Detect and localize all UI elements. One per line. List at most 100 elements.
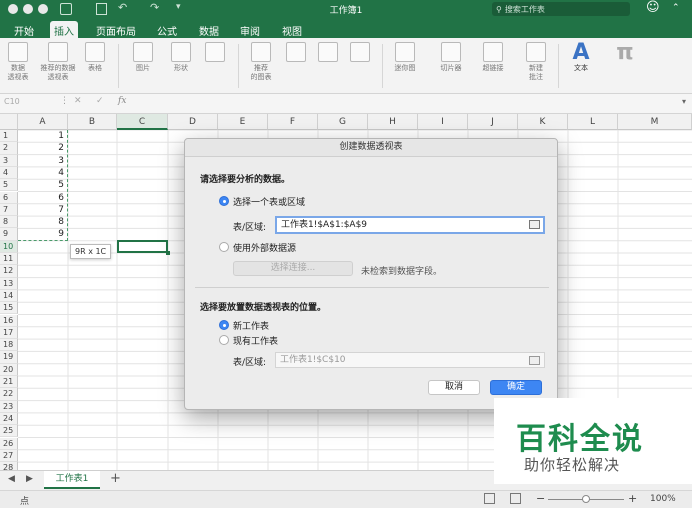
row-header-8[interactable]: 8 — [0, 216, 18, 229]
ribbon-collapse-icon[interactable]: ⌃ — [672, 3, 680, 13]
column-header-I[interactable]: I — [418, 114, 468, 130]
symbol-button[interactable]: π — [610, 42, 640, 64]
cell-A6[interactable]: 6 — [18, 192, 66, 204]
choose-connection-button[interactable]: 选择连接... — [233, 261, 353, 276]
expand-formula-icon[interactable]: ▾ — [682, 97, 686, 106]
prev-sheet-icon[interactable]: ◀ — [8, 474, 15, 484]
search-input[interactable]: 搜索工作表 — [505, 4, 545, 15]
ok-button[interactable]: 确定 — [490, 380, 542, 395]
zoom-slider-thumb[interactable] — [582, 495, 590, 503]
cell-A3[interactable]: 3 — [18, 155, 66, 167]
tab-formulas[interactable]: 公式 — [153, 21, 181, 38]
selected-cell[interactable] — [117, 240, 168, 253]
pivot-table-button[interactable]: 数据 透视表 — [4, 42, 32, 82]
zoom-out-icon[interactable]: − — [536, 492, 545, 505]
row-header-4[interactable]: 4 — [0, 166, 18, 180]
range-input[interactable]: 工作表1!$A$1:$A$9 — [275, 216, 545, 234]
new-comment-button[interactable]: 新建 批注 — [522, 42, 550, 82]
picture-button[interactable]: 图片 — [128, 42, 158, 73]
cell-A5[interactable]: 5 — [18, 179, 66, 191]
function-icon[interactable]: fx — [118, 96, 126, 106]
row-header-25[interactable]: 25 — [0, 425, 18, 438]
row-header-10[interactable]: 10 — [0, 240, 18, 253]
destination-input[interactable]: 工作表1!$C$10 — [275, 352, 545, 368]
recommended-chart-button[interactable]: 推荐 的图表 — [246, 42, 276, 82]
add-sheet-button[interactable]: + — [110, 471, 121, 486]
cell-A8[interactable]: 8 — [18, 216, 66, 228]
column-chart-button[interactable] — [284, 42, 308, 64]
column-header-L[interactable]: L — [568, 114, 618, 130]
cell-A7[interactable]: 7 — [18, 204, 66, 216]
column-header-B[interactable]: B — [68, 114, 117, 130]
column-header-F[interactable]: F — [268, 114, 318, 130]
table-button[interactable]: 表格 — [84, 42, 106, 73]
bar-chart-button[interactable] — [316, 42, 340, 64]
sparkline-button[interactable]: 迷你图 — [390, 42, 420, 73]
tab-page-layout[interactable]: 页面布局 — [92, 21, 140, 38]
tab-review[interactable]: 审阅 — [236, 21, 264, 38]
feedback-icon[interactable]: ☺ — [646, 0, 660, 15]
select-all-corner[interactable] — [0, 114, 18, 130]
search-box[interactable]: ⚲ 搜索工作表 — [492, 2, 630, 16]
sheet-tab[interactable]: 工作表1 — [44, 471, 100, 489]
slicer-button[interactable]: 切片器 — [436, 42, 466, 73]
row-header-6[interactable]: 6 — [0, 191, 18, 204]
tab-insert[interactable]: 插入 — [50, 21, 78, 38]
shapes-button[interactable]: 形状 — [166, 42, 196, 73]
row-header-18[interactable]: 18 — [0, 339, 18, 352]
row-header-17[interactable]: 17 — [0, 326, 18, 340]
cancel-entry-icon[interactable]: ✕ — [74, 96, 82, 106]
radio-new-sheet[interactable] — [219, 320, 229, 330]
row-header-5[interactable]: 5 — [0, 179, 18, 192]
text-button[interactable]: A 文本 — [566, 42, 596, 73]
smartart-button[interactable] — [202, 42, 228, 64]
next-sheet-icon[interactable]: ▶ — [26, 474, 33, 484]
pie-chart-button[interactable] — [348, 42, 372, 64]
column-header-J[interactable]: J — [468, 114, 518, 130]
zoom-in-icon[interactable]: + — [628, 492, 637, 505]
row-header-23[interactable]: 23 — [0, 400, 18, 413]
column-header-A[interactable]: A — [18, 114, 68, 130]
row-header-9[interactable]: 9 — [0, 228, 18, 241]
column-header-M[interactable]: M — [618, 114, 692, 130]
radio-select-range-label[interactable]: 选择一个表或区域 — [233, 195, 305, 208]
recommended-pivot-button[interactable]: 推荐的数据 透视表 — [36, 42, 80, 82]
cancel-button[interactable]: 取消 — [428, 380, 480, 395]
cell-A2[interactable]: 2 — [18, 142, 66, 154]
tab-data[interactable]: 数据 — [195, 21, 223, 38]
name-box[interactable]: C10 — [4, 97, 54, 106]
row-header-3[interactable]: 3 — [0, 154, 18, 167]
row-header-22[interactable]: 22 — [0, 388, 18, 401]
row-header-26[interactable]: 26 — [0, 437, 18, 450]
tab-view[interactable]: 视图 — [278, 21, 306, 38]
radio-new-sheet-label[interactable]: 新工作表 — [233, 319, 269, 332]
row-header-20[interactable]: 20 — [0, 363, 18, 376]
radio-external-source-label[interactable]: 使用外部数据源 — [233, 241, 296, 254]
hyperlink-button[interactable]: 超链接 — [478, 42, 508, 73]
row-header-15[interactable]: 15 — [0, 302, 18, 315]
range-picker-icon[interactable] — [529, 220, 540, 229]
row-header-13[interactable]: 13 — [0, 277, 18, 290]
row-header-14[interactable]: 14 — [0, 289, 18, 303]
radio-external-source[interactable] — [219, 242, 229, 252]
row-header-24[interactable]: 24 — [0, 412, 18, 426]
column-header-H[interactable]: H — [368, 114, 418, 130]
tab-home[interactable]: 开始 — [10, 21, 38, 38]
radio-existing-sheet[interactable] — [219, 335, 229, 345]
radio-select-range[interactable] — [219, 196, 229, 206]
column-header-C[interactable]: C — [117, 114, 168, 130]
cell-A9[interactable]: 9 — [18, 228, 66, 240]
row-header-12[interactable]: 12 — [0, 265, 18, 278]
row-header-2[interactable]: 2 — [0, 142, 18, 155]
row-header-16[interactable]: 16 — [0, 314, 18, 327]
fill-handle[interactable] — [166, 251, 170, 255]
radio-existing-sheet-label[interactable]: 现有工作表 — [233, 334, 278, 347]
row-header-21[interactable]: 21 — [0, 376, 18, 389]
confirm-entry-icon[interactable]: ✓ — [96, 96, 104, 106]
column-header-D[interactable]: D — [168, 114, 218, 130]
destination-picker-icon[interactable] — [529, 356, 540, 365]
row-header-1[interactable]: 1 — [0, 130, 18, 143]
page-layout-view-icon[interactable] — [510, 493, 521, 504]
cell-A4[interactable]: 4 — [18, 167, 66, 179]
row-header-27[interactable]: 27 — [0, 449, 18, 463]
